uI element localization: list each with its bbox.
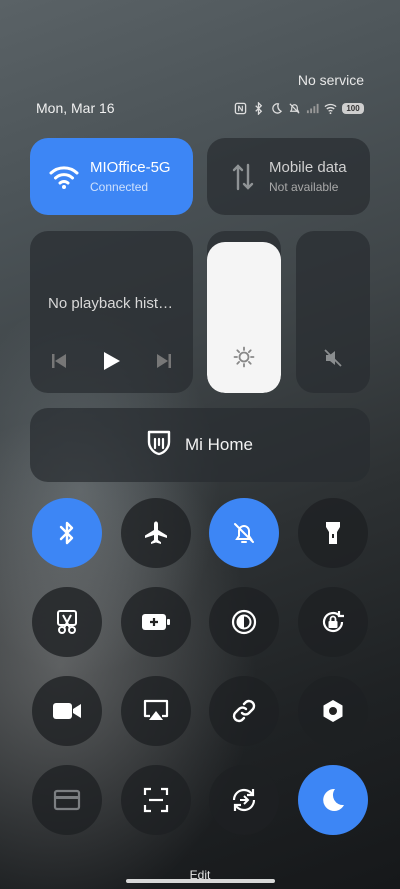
scan-icon: [143, 787, 169, 813]
status-icons: 100: [234, 101, 364, 115]
nfc-icon: [234, 102, 247, 115]
card-icon: [53, 789, 81, 811]
sync-icon: [230, 786, 258, 814]
bluetooth-toggle[interactable]: [32, 498, 102, 568]
mobile-data-title: Mobile data: [269, 159, 347, 176]
volume-slider[interactable]: [296, 231, 370, 393]
sync-toggle[interactable]: [209, 765, 279, 835]
rotation-lock-toggle[interactable]: [298, 587, 368, 657]
previous-icon[interactable]: [52, 353, 66, 369]
bell-off-icon: [232, 521, 256, 545]
cast-icon: [142, 699, 170, 723]
settings-toggle[interactable]: [298, 676, 368, 746]
screenshot-toggle[interactable]: [32, 587, 102, 657]
airplane-toggle[interactable]: [121, 498, 191, 568]
brightness-slider[interactable]: [207, 231, 281, 393]
battery-saver-toggle[interactable]: [121, 587, 191, 657]
sun-icon: [233, 346, 255, 373]
bluetooth-icon: [58, 520, 76, 546]
wifi-tile[interactable]: MIOffice-5G Connected: [30, 138, 193, 215]
mobile-data-tile[interactable]: Mobile data Not available: [207, 138, 370, 215]
screenshot-cut-icon: [54, 609, 80, 635]
wifi-icon: [48, 161, 80, 193]
status-bar: Mon, Mar 16 100: [36, 99, 364, 117]
airplane-icon: [143, 520, 169, 546]
date-label: Mon, Mar 16: [36, 100, 115, 116]
home-indicator[interactable]: [126, 879, 275, 883]
carrier-status: No service: [297, 72, 364, 88]
wifi-status: Connected: [90, 180, 149, 194]
wifi-icon: [324, 102, 337, 115]
screen-recorder-toggle[interactable]: [32, 676, 102, 746]
signal-icon: [306, 102, 319, 115]
contrast-toggle[interactable]: [209, 587, 279, 657]
flashlight-icon: [325, 520, 341, 546]
play-icon[interactable]: [103, 351, 121, 371]
card-toggle[interactable]: [32, 765, 102, 835]
moon-icon: [320, 787, 346, 813]
wifi-network-name: MIOffice-5G: [90, 159, 171, 176]
bluetooth-icon: [252, 101, 265, 115]
mi-home-label: Mi Home: [184, 435, 253, 454]
dark-mode-toggle[interactable]: [298, 765, 368, 835]
mi-home-tile[interactable]: Mi Home: [30, 408, 370, 482]
cast-toggle[interactable]: [121, 676, 191, 746]
battery-saver-icon: [141, 613, 171, 631]
settings-hex-icon: [320, 698, 346, 724]
flashlight-toggle[interactable]: [298, 498, 368, 568]
media-controls: [52, 351, 171, 371]
battery-icon: 100: [342, 102, 364, 114]
link-toggle[interactable]: [209, 676, 279, 746]
link-icon: [230, 697, 258, 725]
next-icon[interactable]: [157, 353, 171, 369]
moon-icon: [270, 102, 283, 115]
contrast-icon: [231, 609, 257, 635]
rotation-lock-icon: [319, 608, 347, 636]
scanner-toggle[interactable]: [121, 765, 191, 835]
media-player-tile[interactable]: No playback hist…: [30, 231, 193, 393]
bell-off-icon: [288, 102, 301, 115]
data-arrows-icon: [227, 161, 259, 193]
media-title: No playback hist…: [48, 295, 174, 312]
silent-toggle[interactable]: [209, 498, 279, 568]
volume-muted-icon: [323, 348, 343, 373]
mi-home-icon: [147, 430, 171, 461]
video-camera-icon: [52, 701, 82, 721]
mobile-data-status: Not available: [269, 180, 339, 194]
